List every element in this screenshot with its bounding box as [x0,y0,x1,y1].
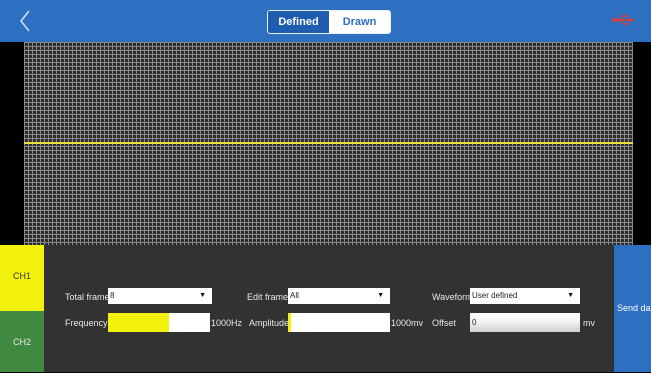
usb-icon [612,15,634,26]
offset-unit: mv [583,318,595,328]
waveform-select[interactable]: User defined ▼ [470,288,580,304]
offset-label: Offset [432,318,456,328]
dropdown-arrow-icon: ▼ [567,292,574,299]
edit-frame-value: All [290,291,299,300]
control-panel [0,245,651,372]
frequency-slider[interactable] [108,313,210,332]
frequency-unit: 1000Hz [211,318,243,328]
send-data-button[interactable]: Send data [614,245,651,372]
top-bar: Defined Drawn [0,0,651,42]
waveform-label: Waveform [432,292,473,302]
channel-2-button[interactable]: CH2 [0,311,44,372]
waveform-trace [24,142,633,144]
frequency-slider-fill [108,313,170,332]
channel-1-button[interactable]: CH1 [0,245,44,311]
edit-frame-select[interactable]: All ▼ [288,288,390,304]
tab-drawn[interactable]: Drawn [329,11,390,33]
waveform-value: User defined [472,291,518,300]
edit-frame-label: Edit frame [247,292,289,302]
tab-defined[interactable]: Defined [268,11,329,33]
total-frame-label: Total frame [65,292,110,302]
total-frame-select[interactable]: 8 ▼ [108,288,212,304]
back-chevron-icon[interactable] [14,8,38,34]
frequency-label: Frequency [65,318,108,328]
amplitude-unit: 1000mv [391,318,424,328]
amplitude-label: Amplitude [249,318,290,328]
amplitude-slider[interactable] [288,313,390,332]
total-frame-value: 8 [110,291,115,300]
dropdown-arrow-icon: ▼ [377,292,384,299]
dropdown-arrow-icon: ▼ [199,292,206,299]
mode-tabs: Defined Drawn [267,10,391,34]
amplitude-slider-fill [288,313,292,332]
offset-input[interactable]: 0 [470,313,580,332]
